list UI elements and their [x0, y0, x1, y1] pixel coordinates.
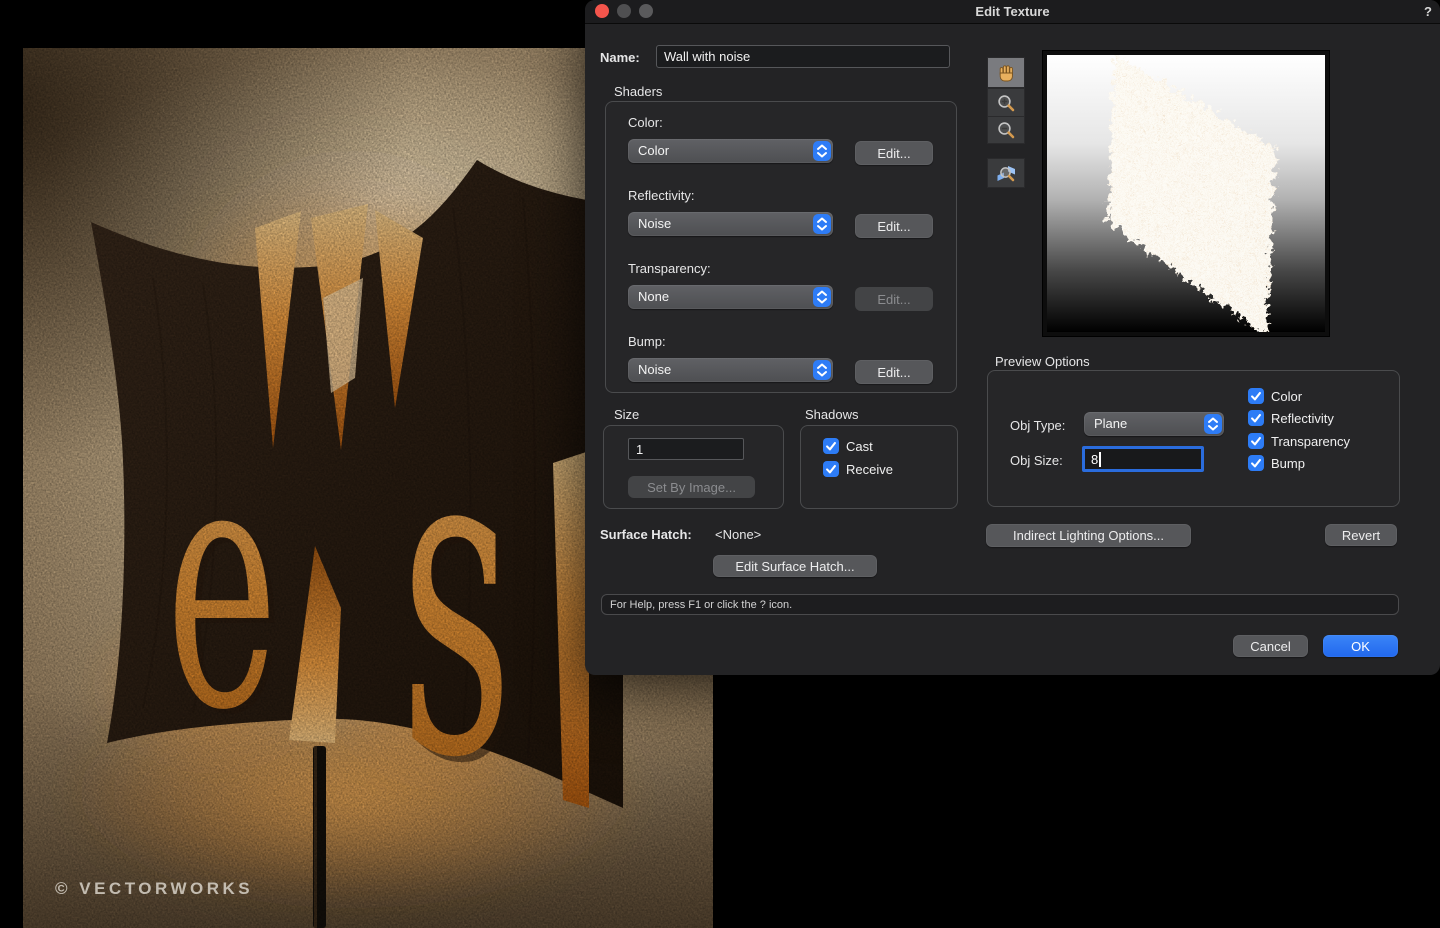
preview-bump-row[interactable]: Bump — [1248, 455, 1305, 471]
name-input[interactable] — [656, 45, 950, 68]
preview-color-row[interactable]: Color — [1248, 388, 1302, 404]
surface-hatch-label: Surface Hatch: — [600, 527, 692, 542]
zoom-out-tool-button[interactable] — [987, 116, 1025, 144]
receive-checkbox[interactable] — [823, 461, 839, 477]
reflectivity-edit-button[interactable]: Edit... — [855, 214, 933, 238]
update-preview-icon — [995, 162, 1017, 184]
revert-button[interactable]: Revert — [1325, 524, 1397, 546]
shaders-group-label: Shaders — [614, 84, 662, 99]
zoom-in-tool-button[interactable] — [987, 88, 1025, 117]
screen: e e s s © VECTORWORKS Edit Texture ? Nam… — [0, 0, 1440, 928]
watermark: © VECTORWORKS — [55, 879, 253, 898]
color-shader-label: Color: — [628, 115, 663, 130]
preview-options-label: Preview Options — [995, 354, 1090, 369]
shadows-group-label: Shadows — [805, 407, 858, 422]
color-shader-select[interactable]: Color — [628, 139, 833, 163]
stepper-icon — [813, 360, 831, 380]
surface-hatch-value: <None> — [715, 527, 761, 542]
reflectivity-shader-select[interactable]: Noise — [628, 212, 833, 236]
stepper-icon — [813, 214, 831, 234]
text-cursor — [1099, 452, 1101, 467]
edit-surface-hatch-button[interactable]: Edit Surface Hatch... — [713, 555, 877, 577]
indirect-lighting-options-button[interactable]: Indirect Lighting Options... — [986, 524, 1191, 547]
edit-texture-dialog: Edit Texture ? Name: Shaders Color: Colo… — [585, 0, 1440, 675]
receive-label: Receive — [846, 462, 893, 477]
hand-icon — [996, 63, 1016, 83]
zoom-out-icon — [996, 120, 1016, 140]
dialog-title: Edit Texture — [585, 0, 1440, 22]
bump-shader-label: Bump: — [628, 334, 666, 349]
size-group-label: Size — [614, 407, 639, 422]
preview-transparency-row[interactable]: Transparency — [1248, 433, 1350, 449]
obj-type-select[interactable]: Plane — [1084, 412, 1224, 436]
stepper-icon — [1204, 414, 1222, 434]
obj-size-input[interactable]: 8 — [1082, 446, 1204, 472]
stepper-icon — [813, 141, 831, 161]
hand-tool-button[interactable] — [987, 57, 1025, 88]
set-by-image-button: Set By Image... — [628, 476, 755, 498]
size-input[interactable] — [628, 438, 744, 460]
update-preview-tool-button[interactable] — [987, 158, 1025, 188]
color-edit-button[interactable]: Edit... — [855, 141, 933, 165]
help-icon[interactable]: ? — [1424, 0, 1432, 22]
cast-label: Cast — [846, 439, 873, 454]
receive-checkbox-row[interactable]: Receive — [823, 461, 893, 477]
texture-preview[interactable] — [1042, 50, 1330, 337]
name-label: Name: — [600, 50, 640, 65]
cast-checkbox[interactable] — [823, 438, 839, 454]
ok-button[interactable]: OK — [1323, 635, 1398, 657]
zoom-in-icon — [996, 93, 1016, 113]
transparency-edit-button: Edit... — [855, 287, 933, 311]
cancel-button[interactable]: Cancel — [1233, 635, 1308, 657]
obj-size-label: Obj Size: — [1010, 453, 1063, 468]
help-bar: For Help, press F1 or click the ? icon. — [601, 594, 1399, 615]
transparency-shader-label: Transparency: — [628, 261, 711, 276]
preview-reflectivity-checkbox[interactable] — [1248, 410, 1264, 426]
cast-checkbox-row[interactable]: Cast — [823, 438, 873, 454]
obj-type-label: Obj Type: — [1010, 418, 1065, 433]
preview-color-checkbox[interactable] — [1248, 388, 1264, 404]
bump-edit-button[interactable]: Edit... — [855, 360, 933, 384]
preview-transparency-checkbox[interactable] — [1248, 433, 1264, 449]
preview-reflectivity-row[interactable]: Reflectivity — [1248, 410, 1334, 426]
bump-shader-select[interactable]: Noise — [628, 358, 833, 382]
stepper-icon — [813, 287, 831, 307]
reflectivity-shader-label: Reflectivity: — [628, 188, 694, 203]
preview-bump-checkbox[interactable] — [1248, 455, 1264, 471]
transparency-shader-select[interactable]: None — [628, 285, 833, 309]
dialog-titlebar[interactable]: Edit Texture ? — [585, 0, 1440, 24]
